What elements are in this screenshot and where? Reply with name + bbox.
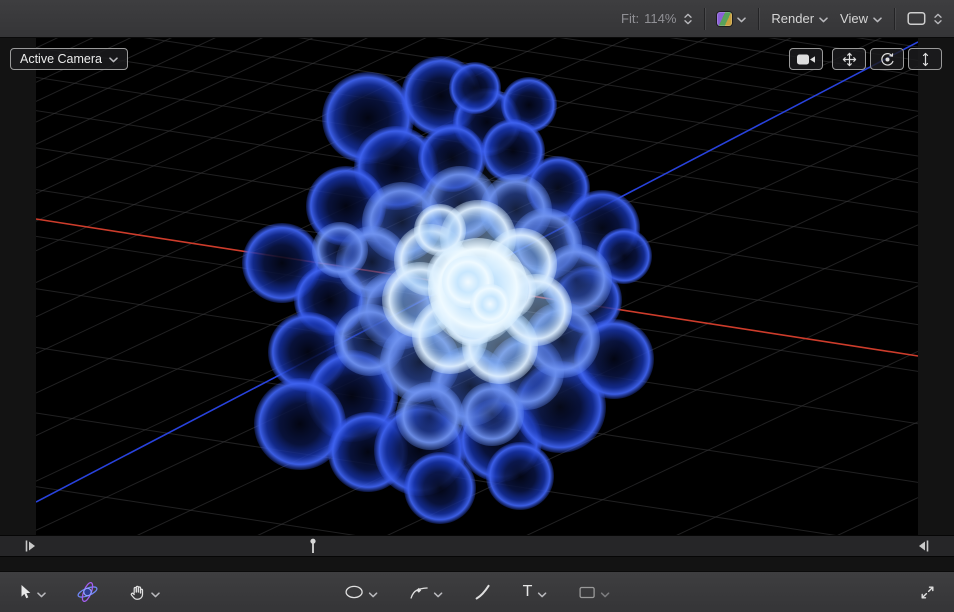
shape-tool-button[interactable] <box>342 583 381 601</box>
window-layout-control[interactable] <box>907 11 942 26</box>
scrub-left-marker-icon[interactable] <box>25 539 36 553</box>
zoom-control[interactable]: Fit: 114% <box>621 11 692 26</box>
chevron-down-icon <box>819 17 828 23</box>
color-swatch-icon <box>717 12 732 26</box>
paint-stroke-icon <box>475 584 491 600</box>
orbit-view-button[interactable] <box>870 48 904 70</box>
expand-canvas-button[interactable] <box>917 582 938 603</box>
text-tool-icon: T <box>523 584 533 600</box>
chevron-down-icon <box>737 17 746 23</box>
toolbar-gap <box>0 557 954 571</box>
chevron-down-icon <box>151 592 160 598</box>
chevron-down-icon <box>434 592 443 598</box>
chevron-down-icon <box>369 592 378 598</box>
toolbar-separator <box>704 8 705 30</box>
select-arrow-icon <box>19 584 32 600</box>
motion-window: Fit: 114% Render View <box>0 0 954 612</box>
canvas-area: Active Camera <box>0 38 954 535</box>
playhead-marker[interactable] <box>308 538 318 554</box>
render-menu[interactable]: Render <box>771 11 828 26</box>
rectangle-icon <box>578 586 595 599</box>
hand-icon <box>129 584 146 601</box>
canvas-toolbar: Fit: 114% Render View <box>0 0 954 38</box>
fit-label: Fit: <box>621 11 639 26</box>
select-tool-button[interactable] <box>16 582 49 602</box>
zoom-stepper-icon[interactable] <box>684 13 692 25</box>
expand-icon <box>920 585 935 600</box>
paint-stroke-tool-button[interactable] <box>472 582 494 602</box>
3d-scene <box>36 38 918 535</box>
chevron-down-icon <box>109 57 118 63</box>
camera-view-button[interactable] <box>789 48 823 70</box>
center-tools-group: T <box>342 582 613 602</box>
canvas-viewport[interactable] <box>36 38 918 535</box>
pan-hand-tool-button[interactable] <box>126 582 163 603</box>
oval-icon <box>345 585 364 599</box>
chevron-down-icon <box>37 592 46 598</box>
pan-view-button[interactable] <box>832 48 866 70</box>
tools-toolbar: T <box>0 571 954 612</box>
left-tools-group <box>16 580 163 604</box>
chevron-down-icon <box>600 592 609 598</box>
render-label: Render <box>771 11 814 26</box>
transform-3d-tool-button[interactable] <box>73 580 102 604</box>
zoom-value: 114% <box>644 11 676 26</box>
channel-view-menu[interactable] <box>717 12 746 26</box>
display-icon <box>907 11 926 26</box>
rectangle-mask-tool-button[interactable] <box>575 584 612 601</box>
layout-stepper-icon[interactable] <box>934 13 942 25</box>
sphere-cluster <box>242 56 654 524</box>
transform-3d-icon <box>76 582 99 602</box>
bezier-pen-icon <box>410 584 429 600</box>
chevron-down-icon <box>873 17 882 23</box>
text-tool-button[interactable]: T <box>520 582 550 602</box>
video-camera-icon <box>796 53 816 66</box>
chevron-down-icon <box>537 592 546 598</box>
view-label: View <box>840 11 868 26</box>
camera-tools-group <box>832 48 942 70</box>
orbit-icon <box>880 52 895 67</box>
pan-icon <box>842 52 857 67</box>
camera-select-button[interactable]: Active Camera <box>10 48 128 70</box>
bezier-tool-button[interactable] <box>407 582 446 602</box>
toolbar-separator <box>758 8 759 30</box>
dolly-view-button[interactable] <box>908 48 942 70</box>
view-menu[interactable]: View <box>840 11 882 26</box>
camera-select-label: Active Camera <box>20 52 102 66</box>
view-tools <box>789 48 942 70</box>
canvas-scroll-strip[interactable] <box>0 535 954 557</box>
toolbar-separator <box>894 8 895 30</box>
dolly-icon <box>921 52 930 67</box>
scrub-right-marker-icon[interactable] <box>918 539 929 553</box>
